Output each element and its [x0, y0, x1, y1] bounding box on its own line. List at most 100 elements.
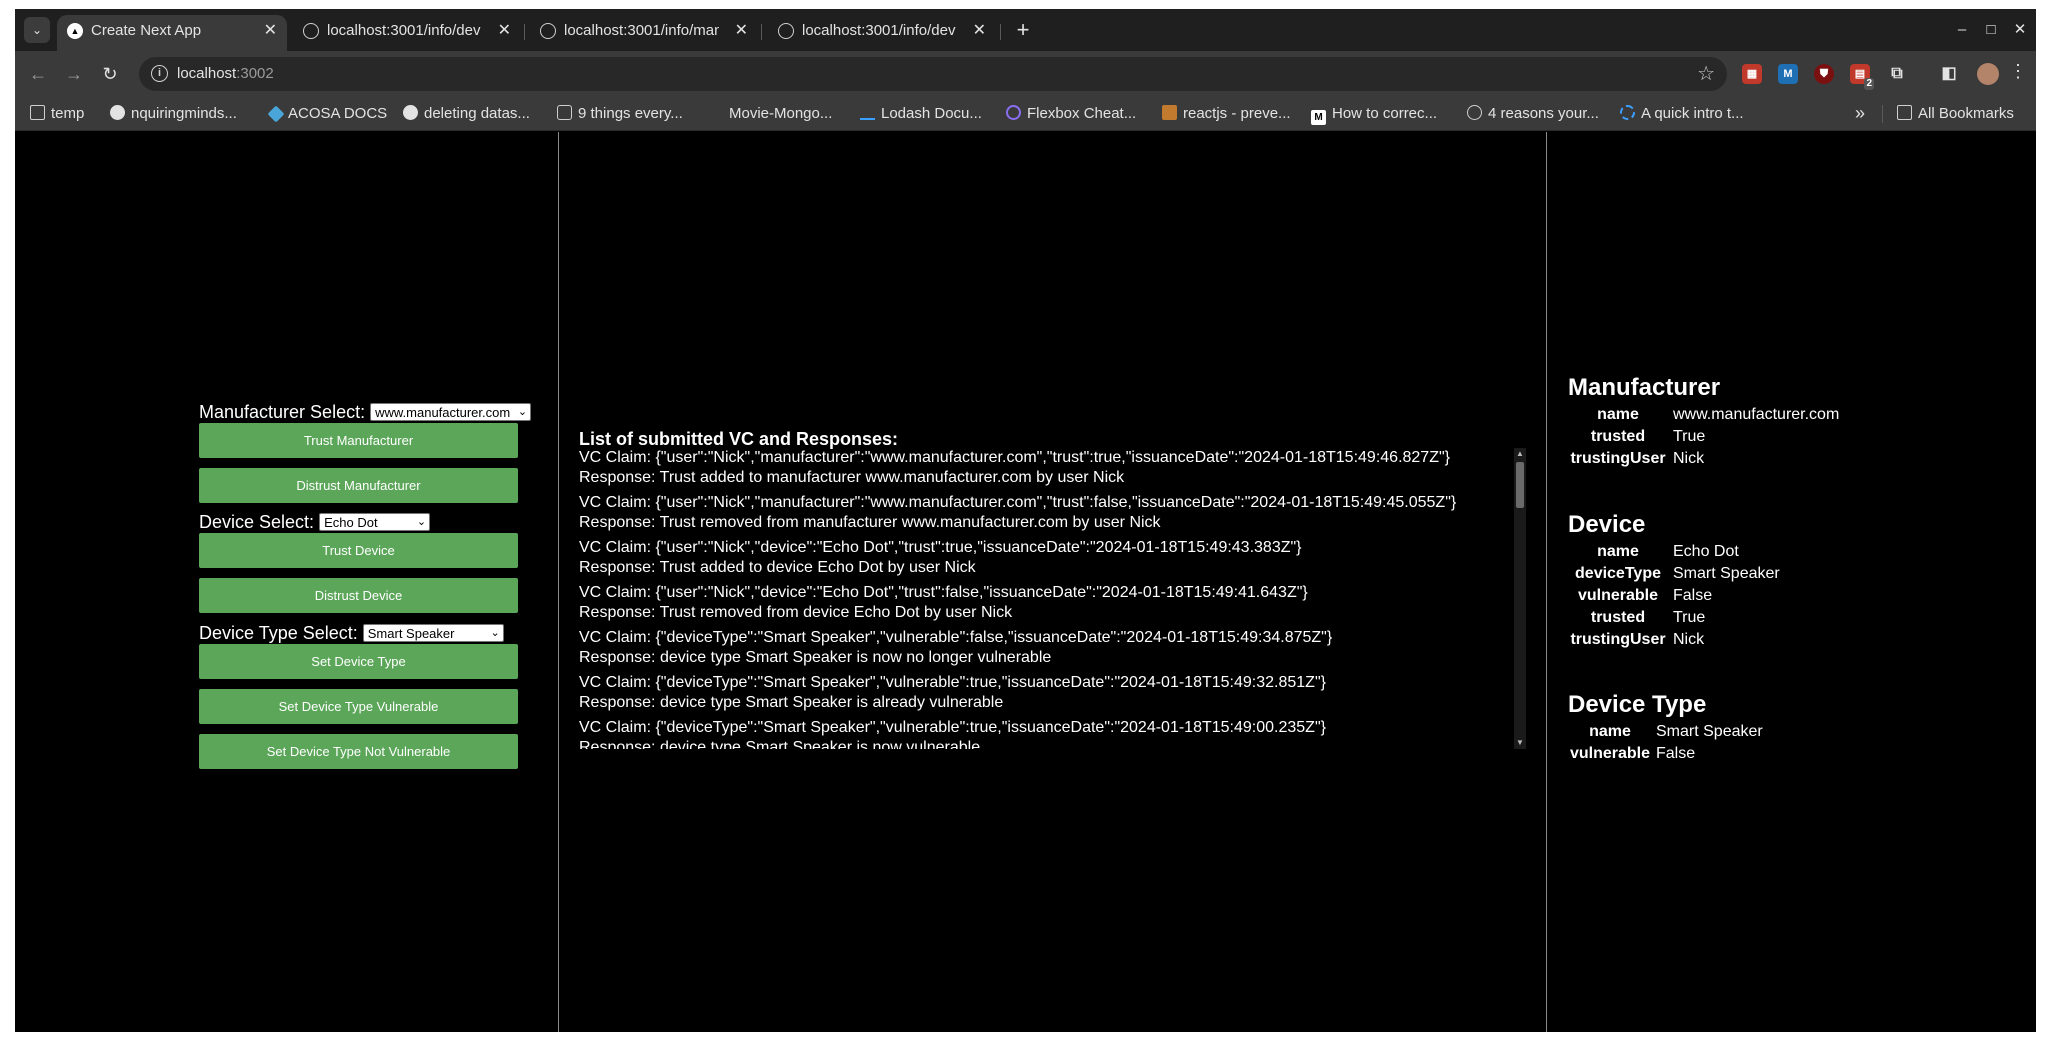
scrollbar-thumb[interactable]	[1516, 462, 1524, 508]
browser-toolbar: ← → ↻ i localhost:3002 ☆ ▦ M ⛊ ▤ 2 ⧉ ◧ ⋮	[15, 51, 2036, 97]
url-port: :3002	[236, 65, 274, 82]
list-item: VC Claim: {"deviceType":"Smart Speaker",…	[579, 673, 1514, 718]
back-arrow-icon[interactable]: ←	[24, 60, 52, 88]
set-device-type-not-vulnerable-button[interactable]: Set Device Type Not Vulnerable	[199, 734, 518, 769]
scroll-down-arrow-icon[interactable]: ▼	[1514, 737, 1526, 749]
vc-response: Response: Trust added to manufacturer ww…	[579, 469, 1125, 486]
forward-arrow-icon[interactable]: →	[60, 60, 88, 88]
manufacturer-name-value: www.manufacturer.com	[1673, 406, 1840, 423]
device-name-key: name	[1597, 543, 1639, 560]
bookmark-label: 9 things every...	[578, 105, 683, 122]
vc-response: Response: device type Smart Speaker is a…	[579, 694, 1004, 711]
bookmark-label: 4 reasons your...	[1488, 105, 1599, 122]
chevron-down-icon: ⌄	[517, 406, 528, 418]
set-device-type-vulnerable-button[interactable]: Set Device Type Vulnerable	[199, 689, 518, 724]
list-item: VC Claim: {"deviceType":"Smart Speaker",…	[579, 628, 1514, 673]
vc-claim: VC Claim: {"deviceType":"Smart Speaker",…	[579, 674, 1326, 691]
tab-title: Create Next App	[91, 22, 202, 39]
side-panel-icon[interactable]: ◧	[1939, 64, 1959, 84]
manufacturer-select[interactable]: www.manufacturer.com ⌄	[370, 403, 532, 421]
manufacturer-name-key: name	[1597, 406, 1639, 423]
bookmark-label: All Bookmarks	[1918, 105, 2014, 122]
more-bookmarks-chevron-icon[interactable]: »	[1855, 103, 1865, 124]
github-icon	[110, 105, 125, 120]
tab-create-next-app[interactable]: ▲ Create Next App ✕	[57, 15, 287, 51]
extensions-puzzle-icon[interactable]: ⧉	[1887, 64, 1907, 84]
folder-icon	[30, 105, 45, 120]
close-tab-icon[interactable]: ✕	[735, 15, 748, 47]
reload-icon[interactable]: ↻	[96, 60, 124, 88]
bookmark-reactjs[interactable]: reactjs - preve...	[1162, 105, 1291, 122]
minimize-icon[interactable]: –	[1947, 17, 1977, 43]
vc-response: Response: Trust removed from device Echo…	[579, 604, 1013, 621]
bookmark-lodash[interactable]: Lodash Docu...	[860, 105, 982, 122]
trust-device-button[interactable]: Trust Device	[199, 533, 518, 568]
bookmark-flexbox[interactable]: Flexbox Cheat...	[1006, 105, 1136, 122]
close-tab-icon[interactable]: ✕	[264, 15, 277, 47]
vc-response: Response: Trust added to device Echo Dot…	[579, 559, 976, 576]
device-type-vulnerable-value: False	[1656, 745, 1696, 762]
trust-manufacturer-button[interactable]: Trust Manufacturer	[199, 423, 518, 458]
close-tab-icon[interactable]: ✕	[973, 15, 986, 47]
bookmark-quick-intro[interactable]: A quick intro t...	[1620, 105, 1744, 122]
device-type-select[interactable]: Smart Speaker ⌄	[362, 624, 504, 642]
extension-badge-count: 2	[1864, 78, 1874, 90]
extension-m-icon[interactable]: M	[1778, 64, 1798, 84]
bookmark-how-to-correc[interactable]: M How to correc...	[1311, 105, 1437, 125]
url-text[interactable]: localhost:3002	[177, 65, 274, 82]
globe-icon	[1467, 105, 1482, 120]
profile-avatar[interactable]	[1977, 63, 1999, 85]
all-bookmarks[interactable]: All Bookmarks	[1897, 105, 2014, 122]
device-trustinguser-key: trustingUser	[1570, 631, 1666, 648]
device-devicetype-value: Smart Speaker	[1673, 565, 1780, 582]
blank-favicon-icon	[708, 105, 723, 120]
tab-localhost-info-man[interactable]: localhost:3001/info/man ✕	[530, 15, 758, 51]
bookmark-label: A quick intro t...	[1641, 105, 1744, 122]
browser-menu-icon[interactable]: ⋮	[2009, 61, 2027, 82]
nextjs-favicon-icon: ▲	[67, 23, 83, 39]
bookmark-star-icon[interactable]: ☆	[1697, 61, 1715, 86]
manufacturer-trusted-key: trusted	[1590, 428, 1646, 445]
log-list: VC Claim: {"user":"Nick","manufacturer":…	[579, 448, 1514, 749]
bookmark-nquiringminds[interactable]: nquiringminds...	[110, 105, 237, 122]
address-bar[interactable]: i localhost:3002 ☆	[139, 57, 1727, 91]
bookmark-acosa-docs[interactable]: ACOSA DOCS	[267, 105, 387, 123]
log-scroll-container[interactable]: VC Claim: {"user":"Nick","manufacturer":…	[579, 448, 1526, 749]
vc-claim: VC Claim: {"user":"Nick","device":"Echo …	[579, 539, 1302, 556]
new-tab-plus-icon[interactable]: +	[1010, 17, 1036, 43]
extension-badge-icon[interactable]: ▤ 2	[1850, 64, 1874, 90]
tab-localhost-info-dev[interactable]: localhost:3001/info/dev ✕	[293, 15, 521, 51]
site-info-icon[interactable]: i	[151, 65, 168, 82]
tab-search-chevron-icon[interactable]: ⌄	[24, 17, 50, 43]
distrust-device-button[interactable]: Distrust Device	[199, 578, 518, 613]
ublock-shield-icon[interactable]: ⛊	[1814, 64, 1834, 84]
close-tab-icon[interactable]: ✕	[498, 15, 511, 47]
bookmark-9-things[interactable]: 9 things every...	[557, 105, 683, 122]
extension-red-icon[interactable]: ▦	[1742, 64, 1762, 84]
log-scrollbar[interactable]: ▲ ▼	[1514, 448, 1526, 749]
tab-separator	[761, 24, 762, 40]
set-device-type-button[interactable]: Set Device Type	[199, 644, 518, 679]
manufacturer-select-value: www.manufacturer.com	[375, 405, 511, 420]
bookmark-movie-mongo[interactable]: Movie-Mongo...	[708, 105, 832, 122]
distrust-manufacturer-button[interactable]: Distrust Manufacturer	[199, 468, 518, 503]
vc-claim: VC Claim: {"user":"Nick","device":"Echo …	[579, 584, 1308, 601]
device-select-value: Echo Dot	[324, 515, 378, 530]
device-select[interactable]: Echo Dot ⌄	[319, 513, 431, 531]
medium-icon: M	[1311, 110, 1326, 125]
tab-strip: ⌄ ▲ Create Next App ✕ localhost:3001/inf…	[15, 9, 2036, 51]
maximize-icon[interactable]: □	[1976, 17, 2006, 43]
bookmark-deleting-datas[interactable]: deleting datas...	[403, 105, 530, 122]
bookmark-label: Lodash Docu...	[881, 105, 982, 122]
vc-claim: VC Claim: {"user":"Nick","manufacturer":…	[579, 449, 1450, 466]
page-content: Manufacturer Select: www.manufacturer.co…	[15, 132, 2036, 1032]
bookmark-temp[interactable]: temp	[30, 105, 84, 122]
tab-localhost-info-dev-2[interactable]: localhost:3001/info/dev ✕	[768, 15, 996, 51]
tab-title: localhost:3001/info/dev	[327, 22, 481, 39]
bookmark-4-reasons[interactable]: 4 reasons your...	[1467, 105, 1599, 122]
list-item: VC Claim: {"user":"Nick","manufacturer":…	[579, 448, 1514, 493]
scroll-up-arrow-icon[interactable]: ▲	[1514, 448, 1526, 460]
close-window-icon[interactable]: ✕	[2005, 17, 2035, 43]
column-divider	[558, 132, 559, 1032]
manufacturer-select-label: Manufacturer Select:	[199, 402, 366, 422]
